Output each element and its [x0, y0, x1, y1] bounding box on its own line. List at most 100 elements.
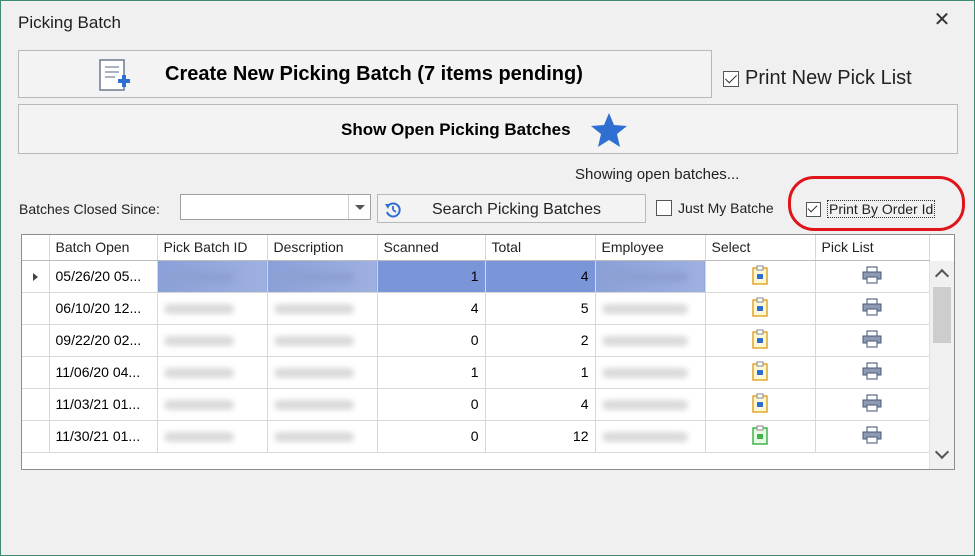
cell-total[interactable]: 5: [485, 292, 596, 325]
redacted-value: [601, 432, 688, 443]
col-header-pick-list[interactable]: Pick List: [815, 235, 930, 261]
clipboard-yellow-icon[interactable]: [752, 329, 768, 352]
cell-scanned[interactable]: 0: [377, 420, 486, 453]
clipboard-yellow-icon[interactable]: [752, 265, 768, 288]
print-by-order-id-checkbox[interactable]: Print By Order Id: [806, 200, 936, 218]
batches-grid[interactable]: Batch Open Pick Batch ID Description Sca…: [21, 234, 955, 470]
scroll-thumb[interactable]: [933, 287, 951, 343]
checkbox-unchecked-icon[interactable]: [656, 200, 672, 216]
cell-pick-list[interactable]: [815, 260, 930, 293]
checkbox-checked-icon[interactable]: [806, 201, 821, 217]
print-new-pick-list-checkbox[interactable]: Print New Pick List: [723, 67, 912, 90]
col-header-batch-open[interactable]: Batch Open: [49, 235, 158, 261]
row-header[interactable]: [22, 324, 50, 357]
cell-select[interactable]: [705, 324, 816, 357]
star-icon: [590, 112, 628, 151]
clipboard-yellow-icon[interactable]: [752, 393, 768, 416]
cell-scanned[interactable]: 0: [377, 388, 486, 421]
show-open-batches-button[interactable]: Show Open Picking Batches: [18, 104, 958, 154]
cell-scanned[interactable]: 4: [377, 292, 486, 325]
cell-employee[interactable]: [595, 324, 706, 357]
search-picking-batches-button[interactable]: Search Picking Batches: [377, 194, 646, 223]
table-row[interactable]: 11/03/21 01... 0 4: [22, 388, 930, 421]
cell-description[interactable]: [267, 292, 378, 325]
cell-batch-open[interactable]: 06/10/20 12...: [49, 292, 158, 325]
cell-pick-batch-id[interactable]: [157, 388, 268, 421]
col-header-select[interactable]: Select: [705, 235, 816, 261]
printer-icon[interactable]: [862, 329, 882, 351]
cell-total[interactable]: 12: [485, 420, 596, 453]
cell-batch-open[interactable]: 11/06/20 04...: [49, 356, 158, 389]
table-row[interactable]: 06/10/20 12... 4 5: [22, 292, 930, 325]
cell-description[interactable]: [267, 324, 378, 357]
dropdown-arrow-icon[interactable]: [348, 195, 370, 219]
printer-icon[interactable]: [862, 265, 882, 287]
cell-batch-open[interactable]: 05/26/20 05...: [49, 260, 158, 293]
cell-select[interactable]: [705, 388, 816, 421]
table-row[interactable]: 11/06/20 04... 1 1: [22, 356, 930, 389]
col-header-total[interactable]: Total: [485, 235, 596, 261]
cell-employee[interactable]: [595, 420, 706, 453]
row-header[interactable]: [22, 292, 50, 325]
col-header-pick-batch-id[interactable]: Pick Batch ID: [157, 235, 268, 261]
cell-employee[interactable]: [595, 356, 706, 389]
cell-select[interactable]: [705, 420, 816, 453]
cell-pick-list[interactable]: [815, 356, 930, 389]
table-row[interactable]: 05/26/20 05... 1 4: [22, 260, 930, 293]
row-header[interactable]: [22, 388, 50, 421]
cell-employee[interactable]: [595, 388, 706, 421]
table-row[interactable]: 11/30/21 01... 0 12: [22, 420, 930, 453]
row-header[interactable]: [22, 356, 50, 389]
scroll-up-icon[interactable]: [934, 268, 950, 284]
cell-pick-list[interactable]: [815, 420, 930, 453]
cell-pick-list[interactable]: [815, 324, 930, 357]
cell-batch-open[interactable]: 11/30/21 01...: [49, 420, 158, 453]
row-header[interactable]: [22, 260, 50, 293]
cell-pick-batch-id[interactable]: [157, 356, 268, 389]
cell-pick-list[interactable]: [815, 292, 930, 325]
cell-total[interactable]: 1: [485, 356, 596, 389]
row-header[interactable]: [22, 420, 50, 453]
close-icon[interactable]: ✕: [931, 9, 953, 31]
printer-icon[interactable]: [862, 361, 882, 383]
cell-pick-batch-id[interactable]: [157, 260, 268, 293]
cell-scanned[interactable]: 0: [377, 324, 486, 357]
cell-batch-open[interactable]: 09/22/20 02...: [49, 324, 158, 357]
cell-select[interactable]: [705, 356, 816, 389]
cell-employee[interactable]: [595, 292, 706, 325]
cell-total[interactable]: 4: [485, 388, 596, 421]
table-row[interactable]: 09/22/20 02... 0 2: [22, 324, 930, 357]
cell-employee[interactable]: [595, 260, 706, 293]
cell-pick-batch-id[interactable]: [157, 420, 268, 453]
printer-icon[interactable]: [862, 297, 882, 319]
redacted-value: [163, 272, 234, 283]
checkbox-checked-icon[interactable]: [723, 70, 739, 87]
clipboard-yellow-icon[interactable]: [752, 361, 768, 384]
cell-description[interactable]: [267, 356, 378, 389]
printer-icon[interactable]: [862, 393, 882, 415]
cell-pick-batch-id[interactable]: [157, 324, 268, 357]
col-header-description[interactable]: Description: [267, 235, 378, 261]
cell-select[interactable]: [705, 260, 816, 293]
cell-description[interactable]: [267, 260, 378, 293]
create-batch-button[interactable]: Create New Picking Batch (7 items pendin…: [18, 50, 712, 98]
scroll-down-icon[interactable]: [934, 444, 950, 460]
vertical-scrollbar[interactable]: [929, 261, 954, 469]
printer-icon[interactable]: [862, 425, 882, 447]
closed-since-date-picker[interactable]: [180, 194, 371, 220]
cell-pick-list[interactable]: [815, 388, 930, 421]
cell-total[interactable]: 4: [485, 260, 596, 293]
cell-scanned[interactable]: 1: [377, 356, 486, 389]
col-header-scanned[interactable]: Scanned: [377, 235, 486, 261]
cell-batch-open[interactable]: 11/03/21 01...: [49, 388, 158, 421]
cell-description[interactable]: [267, 420, 378, 453]
cell-description[interactable]: [267, 388, 378, 421]
just-my-batches-checkbox[interactable]: Just My Batche: [656, 200, 774, 216]
cell-select[interactable]: [705, 292, 816, 325]
clipboard-yellow-icon[interactable]: [752, 297, 768, 320]
cell-total[interactable]: 2: [485, 324, 596, 357]
cell-pick-batch-id[interactable]: [157, 292, 268, 325]
clipboard-green-icon[interactable]: [752, 425, 768, 448]
col-header-employee[interactable]: Employee: [595, 235, 706, 261]
cell-scanned[interactable]: 1: [377, 260, 486, 293]
